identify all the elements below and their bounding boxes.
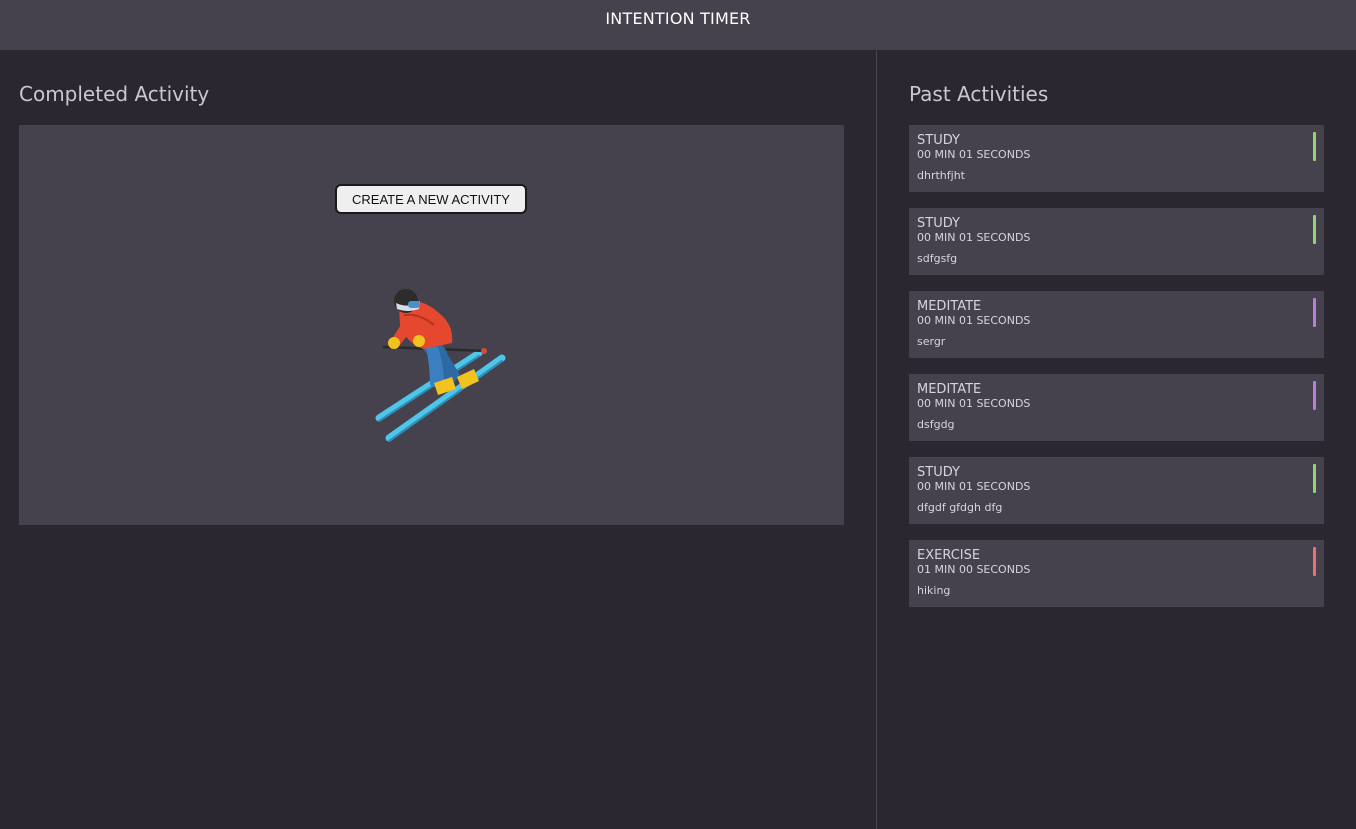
activity-category: MEDITATE bbox=[917, 299, 982, 314]
activity-duration: 00 MIN 01 SECONDS bbox=[917, 480, 1031, 493]
activity-description: sergr bbox=[917, 335, 946, 348]
activity-card[interactable]: MEDITATE 00 MIN 01 SECONDS dsfgdg bbox=[909, 374, 1324, 441]
activity-duration: 00 MIN 01 SECONDS bbox=[917, 148, 1031, 161]
category-color-bar bbox=[1313, 298, 1316, 327]
app-title: INTENTION TIMER bbox=[605, 9, 751, 28]
past-activities-list: STUDY 00 MIN 01 SECONDS dhrthfjht STUDY … bbox=[909, 125, 1324, 623]
activity-category: STUDY bbox=[917, 465, 960, 480]
activity-duration: 01 MIN 00 SECONDS bbox=[917, 563, 1031, 576]
activity-category: STUDY bbox=[917, 133, 960, 148]
activity-card[interactable]: STUDY 00 MIN 01 SECONDS sdfgsfg bbox=[909, 208, 1324, 275]
activity-description: dsfgdg bbox=[917, 418, 955, 431]
activity-category: STUDY bbox=[917, 216, 960, 231]
completed-activity-panel: CREATE A NEW ACTIVITY bbox=[19, 125, 844, 525]
activity-card[interactable]: EXERCISE 01 MIN 00 SECONDS hiking bbox=[909, 540, 1324, 607]
create-new-activity-button[interactable]: CREATE A NEW ACTIVITY bbox=[335, 184, 527, 214]
activity-description: dhrthfjht bbox=[917, 169, 965, 182]
activity-duration: 00 MIN 01 SECONDS bbox=[917, 397, 1031, 410]
skier-icon bbox=[375, 289, 506, 442]
category-color-bar bbox=[1313, 132, 1316, 161]
activity-duration: 00 MIN 01 SECONDS bbox=[917, 231, 1031, 244]
activity-category: MEDITATE bbox=[917, 382, 982, 397]
activity-description: hiking bbox=[917, 584, 951, 597]
column-divider bbox=[876, 50, 877, 829]
category-color-bar bbox=[1313, 547, 1316, 576]
past-activities-heading: Past Activities bbox=[909, 82, 1049, 106]
top-bar: INTENTION TIMER bbox=[0, 0, 1356, 50]
activity-card[interactable]: STUDY 00 MIN 01 SECONDS dfgdf gfdgh dfg bbox=[909, 457, 1324, 524]
category-color-bar bbox=[1313, 464, 1316, 493]
activity-description: sdfgsfg bbox=[917, 252, 958, 265]
activity-card[interactable]: STUDY 00 MIN 01 SECONDS dhrthfjht bbox=[909, 125, 1324, 192]
category-color-bar bbox=[1313, 215, 1316, 244]
activity-description: dfgdf gfdgh dfg bbox=[917, 501, 1003, 514]
activity-card[interactable]: MEDITATE 00 MIN 01 SECONDS sergr bbox=[909, 291, 1324, 358]
completed-activity-heading: Completed Activity bbox=[19, 82, 210, 106]
category-color-bar bbox=[1313, 381, 1316, 410]
activity-duration: 00 MIN 01 SECONDS bbox=[917, 314, 1031, 327]
activity-category: EXERCISE bbox=[917, 548, 981, 563]
